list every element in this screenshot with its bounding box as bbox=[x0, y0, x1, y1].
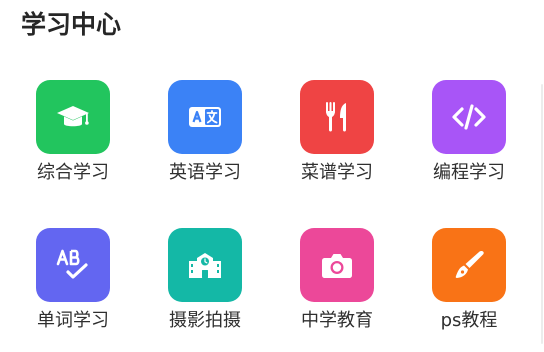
tile-middle-school-education[interactable]: 中学教育 bbox=[282, 228, 392, 340]
tile-label: 菜谱学习 bbox=[301, 162, 373, 183]
tile-photography[interactable]: 摄影拍摄 bbox=[150, 228, 260, 340]
tile-icon-box bbox=[432, 80, 506, 154]
tile-icon-box bbox=[432, 228, 506, 302]
tile-label: 综合学习 bbox=[37, 162, 109, 183]
code-icon bbox=[452, 104, 486, 130]
tile-label: 单词学习 bbox=[37, 310, 109, 331]
graduation-cap-icon bbox=[57, 106, 89, 127]
tile-label: 中学教育 bbox=[301, 310, 373, 331]
translate-icon bbox=[189, 107, 221, 127]
tile-ps-tutorial[interactable]: ps教程 bbox=[414, 228, 524, 340]
tile-label: 英语学习 bbox=[169, 162, 241, 183]
tile-icon-box bbox=[168, 80, 242, 154]
tile-vocabulary-learning[interactable]: 单词学习 bbox=[18, 228, 128, 340]
tile-icon-box bbox=[300, 228, 374, 302]
tile-label: 编程学习 bbox=[433, 162, 505, 183]
tile-icon-box bbox=[36, 228, 110, 302]
school-icon bbox=[189, 253, 221, 278]
tile-label: 摄影拍摄 bbox=[169, 310, 241, 331]
tile-icon-box bbox=[300, 80, 374, 154]
tile-icon-box bbox=[168, 228, 242, 302]
tile-comprehensive-learning[interactable]: 综合学习 bbox=[18, 80, 128, 192]
tile-english-learning[interactable]: 英语学习 bbox=[150, 80, 260, 192]
tile-label: ps教程 bbox=[440, 310, 498, 331]
camera-icon bbox=[322, 254, 352, 278]
brush-icon bbox=[455, 251, 484, 278]
tile-programming-learning[interactable]: 编程学习 bbox=[414, 80, 524, 192]
learning-grid: 综合学习 英语学习 菜谱学习 编程学习 单词学习 摄影拍摄 中学教育 ps教程 bbox=[0, 0, 544, 352]
spell-check-icon bbox=[56, 249, 88, 279]
utensils-icon bbox=[326, 102, 346, 132]
tile-icon-box bbox=[36, 80, 110, 154]
tile-recipe-learning[interactable]: 菜谱学习 bbox=[282, 80, 392, 192]
